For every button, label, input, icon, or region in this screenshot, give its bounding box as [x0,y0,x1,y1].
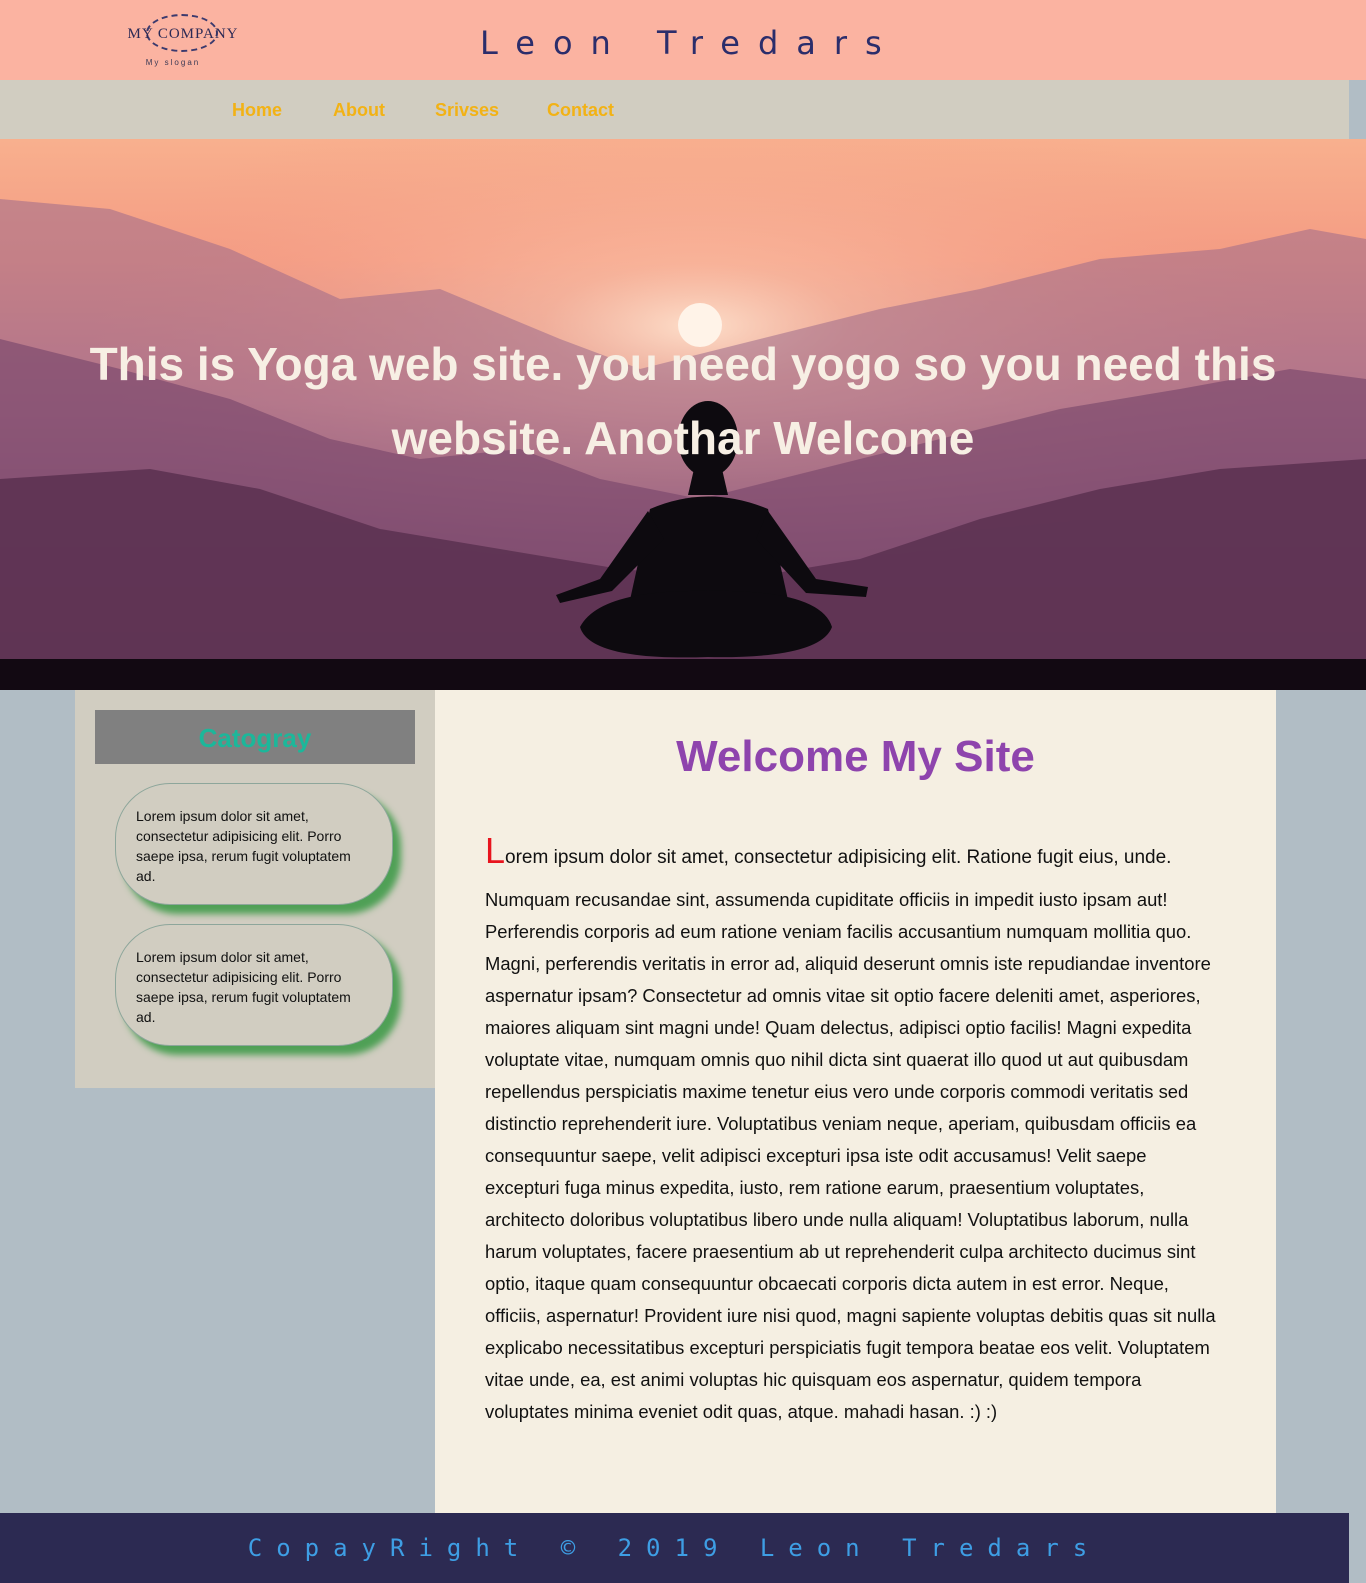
logo-name: MY COMPANY [127,26,239,42]
lead-paragraph: Lorem ipsum dolor sit amet, consectetur … [485,830,1225,872]
hero-headline: This is Yoga web site. you need yogo so … [89,338,1277,464]
category-card-text: Lorem ipsum dolor sit amet, consectetur … [136,949,351,1025]
category-title: Catogray [95,710,415,764]
body-paragraph: Numquam recusandae sint, assumenda cupid… [485,889,1216,1422]
main-nav [0,80,1349,139]
nav-home-link[interactable]: Home [232,100,282,121]
nav-services-link[interactable]: Srivses [435,100,499,121]
main-content: Welcome My Site Lorem ipsum dolor sit am… [435,690,1276,1513]
site-footer: CopayRight © 2019 Leon Tredars [0,1513,1349,1583]
hero-banner: This is Yoga web site. you need yogo so … [0,139,1366,690]
nav-contact-link[interactable]: Contact [547,100,614,121]
welcome-heading: Welcome My Site [676,732,1035,781]
category-card-text: Lorem ipsum dolor sit amet, consectetur … [136,808,351,884]
site-header: MY COMPANY My slogan Leon Tredars [0,0,1366,80]
logo-slogan: My slogan [145,58,201,67]
drop-cap: L [485,830,506,871]
category-sidebar: Catogray Lorem ipsum dolor sit amet, con… [75,690,435,1088]
nav-about-link[interactable]: About [333,100,385,121]
site-title: Leon Tredars [480,24,900,62]
copyright-text: CopayRight © 2019 Leon Tredars [247,1534,1102,1562]
category-card[interactable]: Lorem ipsum dolor sit amet, consectetur … [115,924,393,1046]
lead-text: orem ipsum dolor sit amet, consectetur a… [505,847,1172,868]
category-card[interactable]: Lorem ipsum dolor sit amet, consectetur … [115,783,393,905]
company-logo[interactable]: MY COMPANY My slogan [98,12,268,70]
